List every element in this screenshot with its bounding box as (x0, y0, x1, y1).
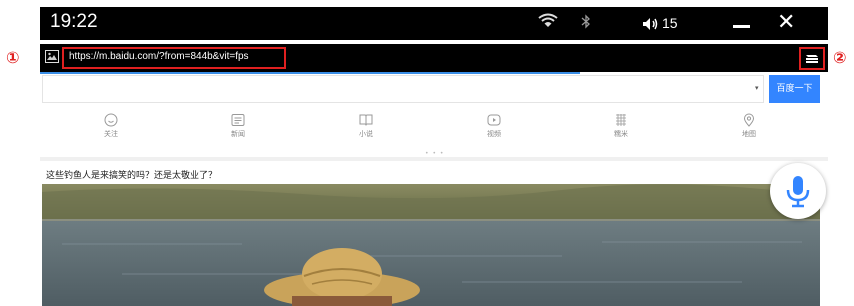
feed-photo[interactable] (42, 184, 820, 306)
dropdown-arrow-icon[interactable]: ▾ (755, 84, 759, 92)
page-indicator: • • • (425, 150, 445, 157)
nav-item-nuomi[interactable]: 糯米 (591, 113, 651, 139)
address-bar: https://m.baidu.com/?from=844b&vit=fps (40, 44, 828, 72)
microphone-icon (786, 176, 810, 208)
news-icon (231, 114, 245, 126)
voice-search-button[interactable] (770, 163, 826, 219)
nav-label: 地图 (742, 130, 756, 138)
status-bar: 19:22 15 ✕ (40, 7, 828, 40)
search-button[interactable]: 百度一下 (769, 75, 820, 103)
nav-label: 糯米 (614, 130, 628, 138)
nuomi-icon (616, 114, 626, 126)
nav-label: 视频 (487, 130, 501, 138)
novel-icon (359, 114, 373, 126)
close-icon[interactable]: ✕ (777, 10, 795, 35)
nav-item-follow[interactable]: 关注 (81, 113, 141, 139)
section-divider (40, 157, 828, 161)
menu-button[interactable] (799, 47, 825, 70)
nav-label: 小说 (359, 130, 373, 138)
clock: 19:22 (50, 11, 98, 32)
nav-item-map[interactable]: 地图 (719, 113, 779, 139)
nav-label: 关注 (104, 130, 118, 138)
wifi-icon (538, 13, 558, 32)
search-input[interactable] (42, 75, 764, 103)
url-field[interactable]: https://m.baidu.com/?from=844b&vit=fps (62, 47, 286, 69)
volume-icon[interactable] (642, 16, 660, 35)
menu-icon (806, 55, 818, 63)
page-icon (45, 50, 59, 63)
loading-progress-bar (40, 72, 580, 74)
annotation-marker-2: ② (833, 48, 847, 67)
nav-label: 新闻 (231, 130, 245, 138)
url-text: https://m.baidu.com/?from=844b&vit=fps (69, 51, 249, 62)
minimize-icon[interactable] (733, 25, 750, 28)
nav-item-novel[interactable]: 小说 (336, 113, 396, 139)
annotation-marker-1: ① (6, 48, 20, 67)
nav-item-news[interactable]: 新闻 (208, 113, 268, 139)
video-icon (487, 114, 501, 126)
map-icon (743, 113, 755, 127)
bluetooth-icon (581, 14, 591, 33)
volume-level: 15 (662, 15, 678, 31)
feed-headline[interactable]: 这些钓鱼人是来搞笑的吗？还是太敬业了？ (46, 168, 217, 181)
follow-icon (104, 113, 118, 127)
nav-item-video[interactable]: 视频 (464, 113, 524, 139)
